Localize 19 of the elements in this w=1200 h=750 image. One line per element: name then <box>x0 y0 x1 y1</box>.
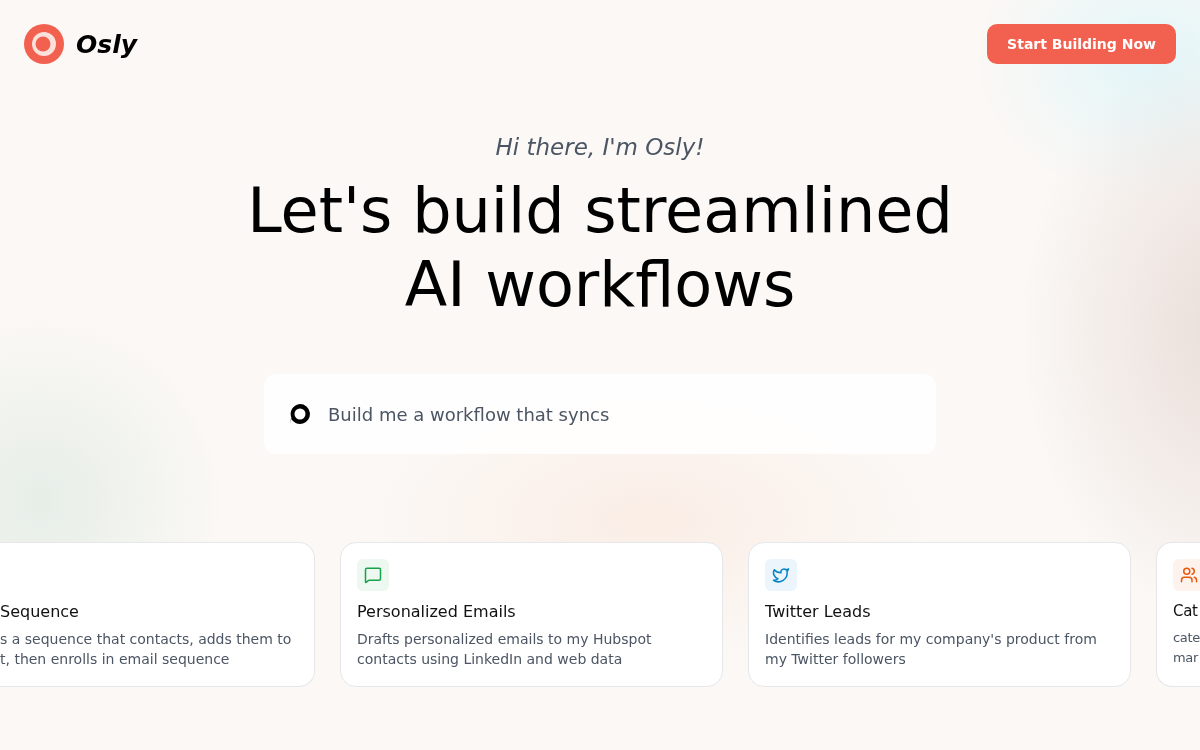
card-title: Personalized Emails <box>357 602 517 621</box>
workflow-card[interactable]: Twitter Leads Identifies leads for my company's product from my Twitter followers <box>748 542 1131 687</box>
brand-name: Osly <box>76 29 137 59</box>
workflow-card[interactable]: Cat cate mar <box>1156 542 1200 687</box>
card-description: Drafts personalized emails to my Hubspot contacts using LinkedIn and web data <box>357 630 653 669</box>
prompt-field[interactable]: Build me a workflow that syncs <box>326 402 912 426</box>
card-description: cate mar <box>1173 629 1200 667</box>
card-description: s a sequence that contacts, adds them to t, then enrolls in email sequence <box>0 630 293 669</box>
workflow-card[interactable]: Sequence s a sequence that contacts, adds them to t, then enrolls in email sequence <box>0 542 315 687</box>
prompt-box[interactable]: Build me a workflow that syncs <box>264 374 936 454</box>
ring-icon <box>288 403 312 425</box>
card-description: Identifies leads for my company's product from my Twitter followers <box>765 630 1098 669</box>
greeting: Hi there, I'm Osly! <box>495 134 705 160</box>
headline: Let's build streamlined AI workflows <box>247 174 953 322</box>
card-title: Sequence <box>0 602 80 621</box>
workflow-card[interactable]: Personalized Emails Drafts personalized emails to my Hubspot contacts using LinkedIn and web data <box>340 542 723 687</box>
card-title: Twitter Leads <box>765 602 872 621</box>
logo-icon <box>24 24 64 64</box>
card-title: Cat <box>1173 602 1199 620</box>
